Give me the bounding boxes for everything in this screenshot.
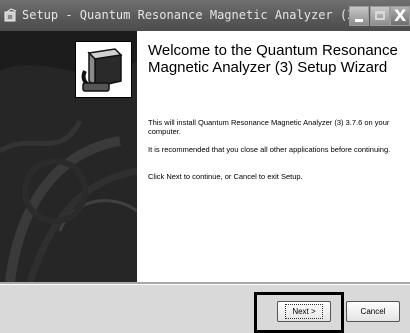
window-title: Setup - Quantum Resonance Magnetic Analy… bbox=[22, 8, 362, 22]
installer-box-icon bbox=[75, 41, 132, 98]
setup-window: Setup - Quantum Resonance Magnetic Analy… bbox=[0, 0, 410, 333]
install-description: This will install Quantum Resonance Magn… bbox=[148, 118, 390, 136]
cancel-button[interactable]: Cancel bbox=[346, 301, 400, 322]
setup-app-icon bbox=[4, 8, 17, 22]
close-button[interactable]: X bbox=[390, 6, 410, 26]
title-bar[interactable]: Setup - Quantum Resonance Magnetic Analy… bbox=[0, 0, 410, 31]
next-button-label: Next > bbox=[285, 304, 323, 319]
close-icon: X bbox=[394, 6, 407, 25]
close-apps-recommendation: It is recommended that you close all oth… bbox=[148, 145, 391, 154]
continue-instructions: Click Next to continue, or Cancel to exi… bbox=[148, 172, 303, 181]
minimize-button[interactable] bbox=[349, 6, 369, 26]
maximize-button[interactable] bbox=[370, 6, 390, 26]
next-button[interactable]: Next > bbox=[277, 301, 331, 322]
welcome-heading: Welcome to the Quantum Resonance Magneti… bbox=[148, 42, 398, 76]
